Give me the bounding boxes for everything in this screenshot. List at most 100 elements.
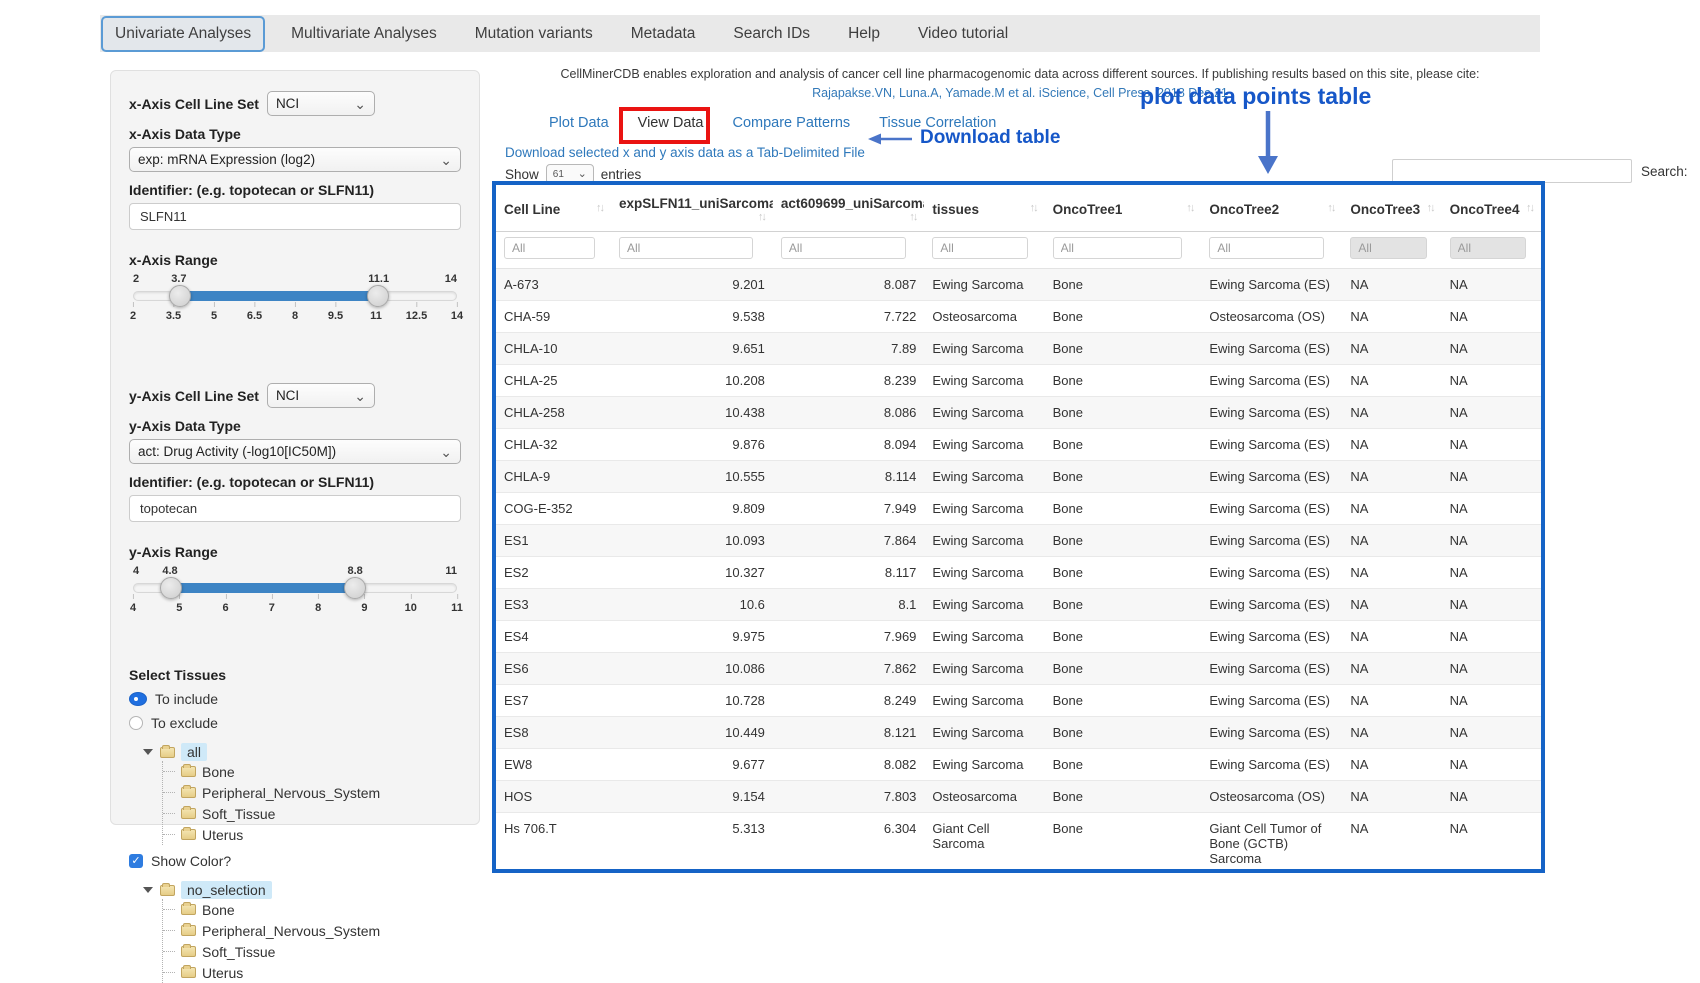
- tree-node-uterus[interactable]: Uterus: [202, 827, 243, 843]
- show-color-checkbox[interactable]: ✓ Show Color?: [129, 853, 461, 869]
- tab-plot-data[interactable]: Plot Data: [549, 115, 609, 131]
- table-cell: 7.864: [773, 525, 925, 557]
- tree-node-soft-tissue[interactable]: Soft_Tissue: [202, 944, 275, 960]
- sort-icon[interactable]: ↑↓: [758, 211, 765, 223]
- table-cell: 8.087: [773, 269, 925, 301]
- sort-icon[interactable]: ↑↓: [596, 202, 603, 214]
- tree-caret-icon[interactable]: [143, 749, 153, 755]
- table-cell: Ewing Sarcoma (ES): [1201, 557, 1342, 589]
- column-header-expslfn11-unisarcoma[interactable]: expSLFN11_uniSarcoma↑↓: [611, 185, 773, 232]
- column-filter-input-cell-line[interactable]: [504, 237, 595, 259]
- table-cell: 8.121: [773, 717, 925, 749]
- column-filter-input-oncotree1[interactable]: [1053, 237, 1182, 259]
- table-cell: Bone: [1045, 813, 1202, 874]
- radio-to-exclude[interactable]: To exclude: [129, 715, 461, 731]
- table-cell: 9.538: [611, 301, 773, 333]
- table-filter-row: [496, 232, 1541, 269]
- axis-tick-label: 11: [451, 602, 463, 614]
- chevron-down-icon: ⌄: [354, 391, 366, 401]
- x-data-type-select[interactable]: exp: mRNA Expression (log2) ⌄: [129, 147, 461, 172]
- y-data-type-value: act: Drug Activity (-log10[IC50M]): [138, 444, 336, 459]
- data-table: Cell Line↑↓expSLFN11_uniSarcoma↑↓act6096…: [496, 185, 1541, 873]
- column-filter-input-expslfn11-unisarcoma[interactable]: [619, 237, 753, 259]
- nav-tab-help[interactable]: Help: [836, 15, 892, 52]
- nav-tab-search-ids[interactable]: Search IDs: [721, 15, 822, 52]
- table-cell: 9.975: [611, 621, 773, 653]
- slider-handle-high[interactable]: [367, 285, 389, 307]
- y-range-label: y-Axis Range: [129, 544, 461, 560]
- table-cell: Ewing Sarcoma (ES): [1201, 749, 1342, 781]
- range-high-value: 8.8: [348, 565, 363, 577]
- table-cell: 9.809: [611, 493, 773, 525]
- tree-node-no-selection[interactable]: no_selection: [181, 881, 272, 899]
- column-header-tissues[interactable]: tissues↑↓: [924, 185, 1044, 232]
- sort-icon[interactable]: ↑↓: [1186, 202, 1193, 214]
- column-header-oncotree1[interactable]: OncoTree1↑↓: [1045, 185, 1202, 232]
- table-cell: 10.728: [611, 685, 773, 717]
- table-cell: Ewing Sarcoma (ES): [1201, 269, 1342, 301]
- y-range-slider[interactable]: 44.88.8114567891011: [133, 565, 457, 627]
- y-identifier-input[interactable]: [129, 495, 461, 522]
- left-arrow-icon: [866, 131, 914, 147]
- y-data-type-select[interactable]: act: Drug Activity (-log10[IC50M]) ⌄: [129, 439, 461, 464]
- sort-icon[interactable]: ↑↓: [1030, 202, 1037, 214]
- y-identifier-label: Identifier: (e.g. topotecan or SLFN11): [129, 474, 461, 490]
- x-cell-line-set-select[interactable]: NCI ⌄: [267, 91, 375, 116]
- radio-to-exclude-label: To exclude: [151, 715, 218, 731]
- table-cell: Ewing Sarcoma (ES): [1201, 685, 1342, 717]
- tree-caret-icon[interactable]: [143, 887, 153, 893]
- radio-to-include[interactable]: To include: [129, 691, 461, 707]
- table-cell: Ewing Sarcoma: [924, 397, 1044, 429]
- range-low-value: 4.8: [162, 565, 177, 577]
- tree-node-peripheral-nervous-system[interactable]: Peripheral_Nervous_System: [202, 785, 380, 801]
- range-low-value: 3.7: [171, 273, 186, 285]
- nav-tab-video-tutorial[interactable]: Video tutorial: [906, 15, 1020, 52]
- tree-node-bone[interactable]: Bone: [202, 902, 235, 918]
- tree-node-all[interactable]: all: [181, 743, 207, 761]
- column-header-oncotree4[interactable]: OncoTree4↑↓: [1442, 185, 1541, 232]
- y-cell-line-set-select[interactable]: NCI ⌄: [267, 383, 375, 408]
- slider-handle-high[interactable]: [344, 577, 366, 599]
- table-row: ES610.0867.862Ewing SarcomaBoneEwing Sar…: [496, 653, 1541, 685]
- sort-icon[interactable]: ↑↓: [1327, 202, 1334, 214]
- slider-handle-low[interactable]: [169, 285, 191, 307]
- table-cell: Bone: [1045, 685, 1202, 717]
- citation-link[interactable]: Rajapakse.VN, Luna.A, Yamade.M et al. iS…: [495, 86, 1545, 100]
- view-data-highlight-box: [619, 107, 710, 144]
- table-cell: Ewing Sarcoma: [924, 493, 1044, 525]
- table-cell: Ewing Sarcoma (ES): [1201, 429, 1342, 461]
- table-cell: A-673: [496, 269, 611, 301]
- sort-icon[interactable]: ↑↓: [909, 211, 916, 223]
- tree-node-soft-tissue[interactable]: Soft_Tissue: [202, 806, 275, 822]
- table-cell: NA: [1342, 269, 1441, 301]
- column-header-cell-line[interactable]: Cell Line↑↓: [496, 185, 611, 232]
- column-filter-input-act609699-unisarcoma[interactable]: [781, 237, 906, 259]
- nav-tab-metadata[interactable]: Metadata: [619, 15, 708, 52]
- table-cell: NA: [1342, 461, 1441, 493]
- tree-node-peripheral-nervous-system[interactable]: Peripheral_Nervous_System: [202, 923, 380, 939]
- slider-track: [133, 583, 457, 593]
- sort-icon[interactable]: ↑↓: [1526, 202, 1533, 214]
- table-cell: NA: [1442, 397, 1541, 429]
- column-filter-input-oncotree2[interactable]: [1209, 237, 1324, 259]
- nav-tab-mutation-variants[interactable]: Mutation variants: [463, 15, 605, 52]
- table-cell: 6.304: [773, 813, 925, 874]
- tree-node-bone[interactable]: Bone: [202, 764, 235, 780]
- slider-handle-low[interactable]: [160, 577, 182, 599]
- column-header-oncotree2[interactable]: OncoTree2↑↓: [1201, 185, 1342, 232]
- download-link[interactable]: Download selected x and y axis data as a…: [505, 145, 865, 160]
- x-range-slider[interactable]: 23.711.11423.556.589.51112.514: [133, 273, 457, 335]
- axis-tick-label: 8: [315, 602, 321, 614]
- tab-compare-patterns[interactable]: Compare Patterns: [732, 115, 850, 131]
- nav-tab-univariate-analyses[interactable]: Univariate Analyses: [101, 16, 265, 52]
- column-filter-input-tissues[interactable]: [932, 237, 1028, 259]
- column-header-oncotree3[interactable]: OncoTree3↑↓: [1342, 185, 1441, 232]
- x-identifier-input[interactable]: [129, 203, 461, 230]
- table-cell: NA: [1442, 813, 1541, 874]
- tree-node-uterus[interactable]: Uterus: [202, 965, 243, 981]
- table-row: CHLA-25810.4388.086Ewing SarcomaBoneEwin…: [496, 397, 1541, 429]
- nav-tab-multivariate-analyses[interactable]: Multivariate Analyses: [279, 15, 449, 52]
- table-search-input[interactable]: [1392, 159, 1632, 183]
- sort-icon[interactable]: ↑↓: [1427, 202, 1434, 214]
- column-header-act609699-unisarcoma[interactable]: act609699_uniSarcoma↑↓: [773, 185, 925, 232]
